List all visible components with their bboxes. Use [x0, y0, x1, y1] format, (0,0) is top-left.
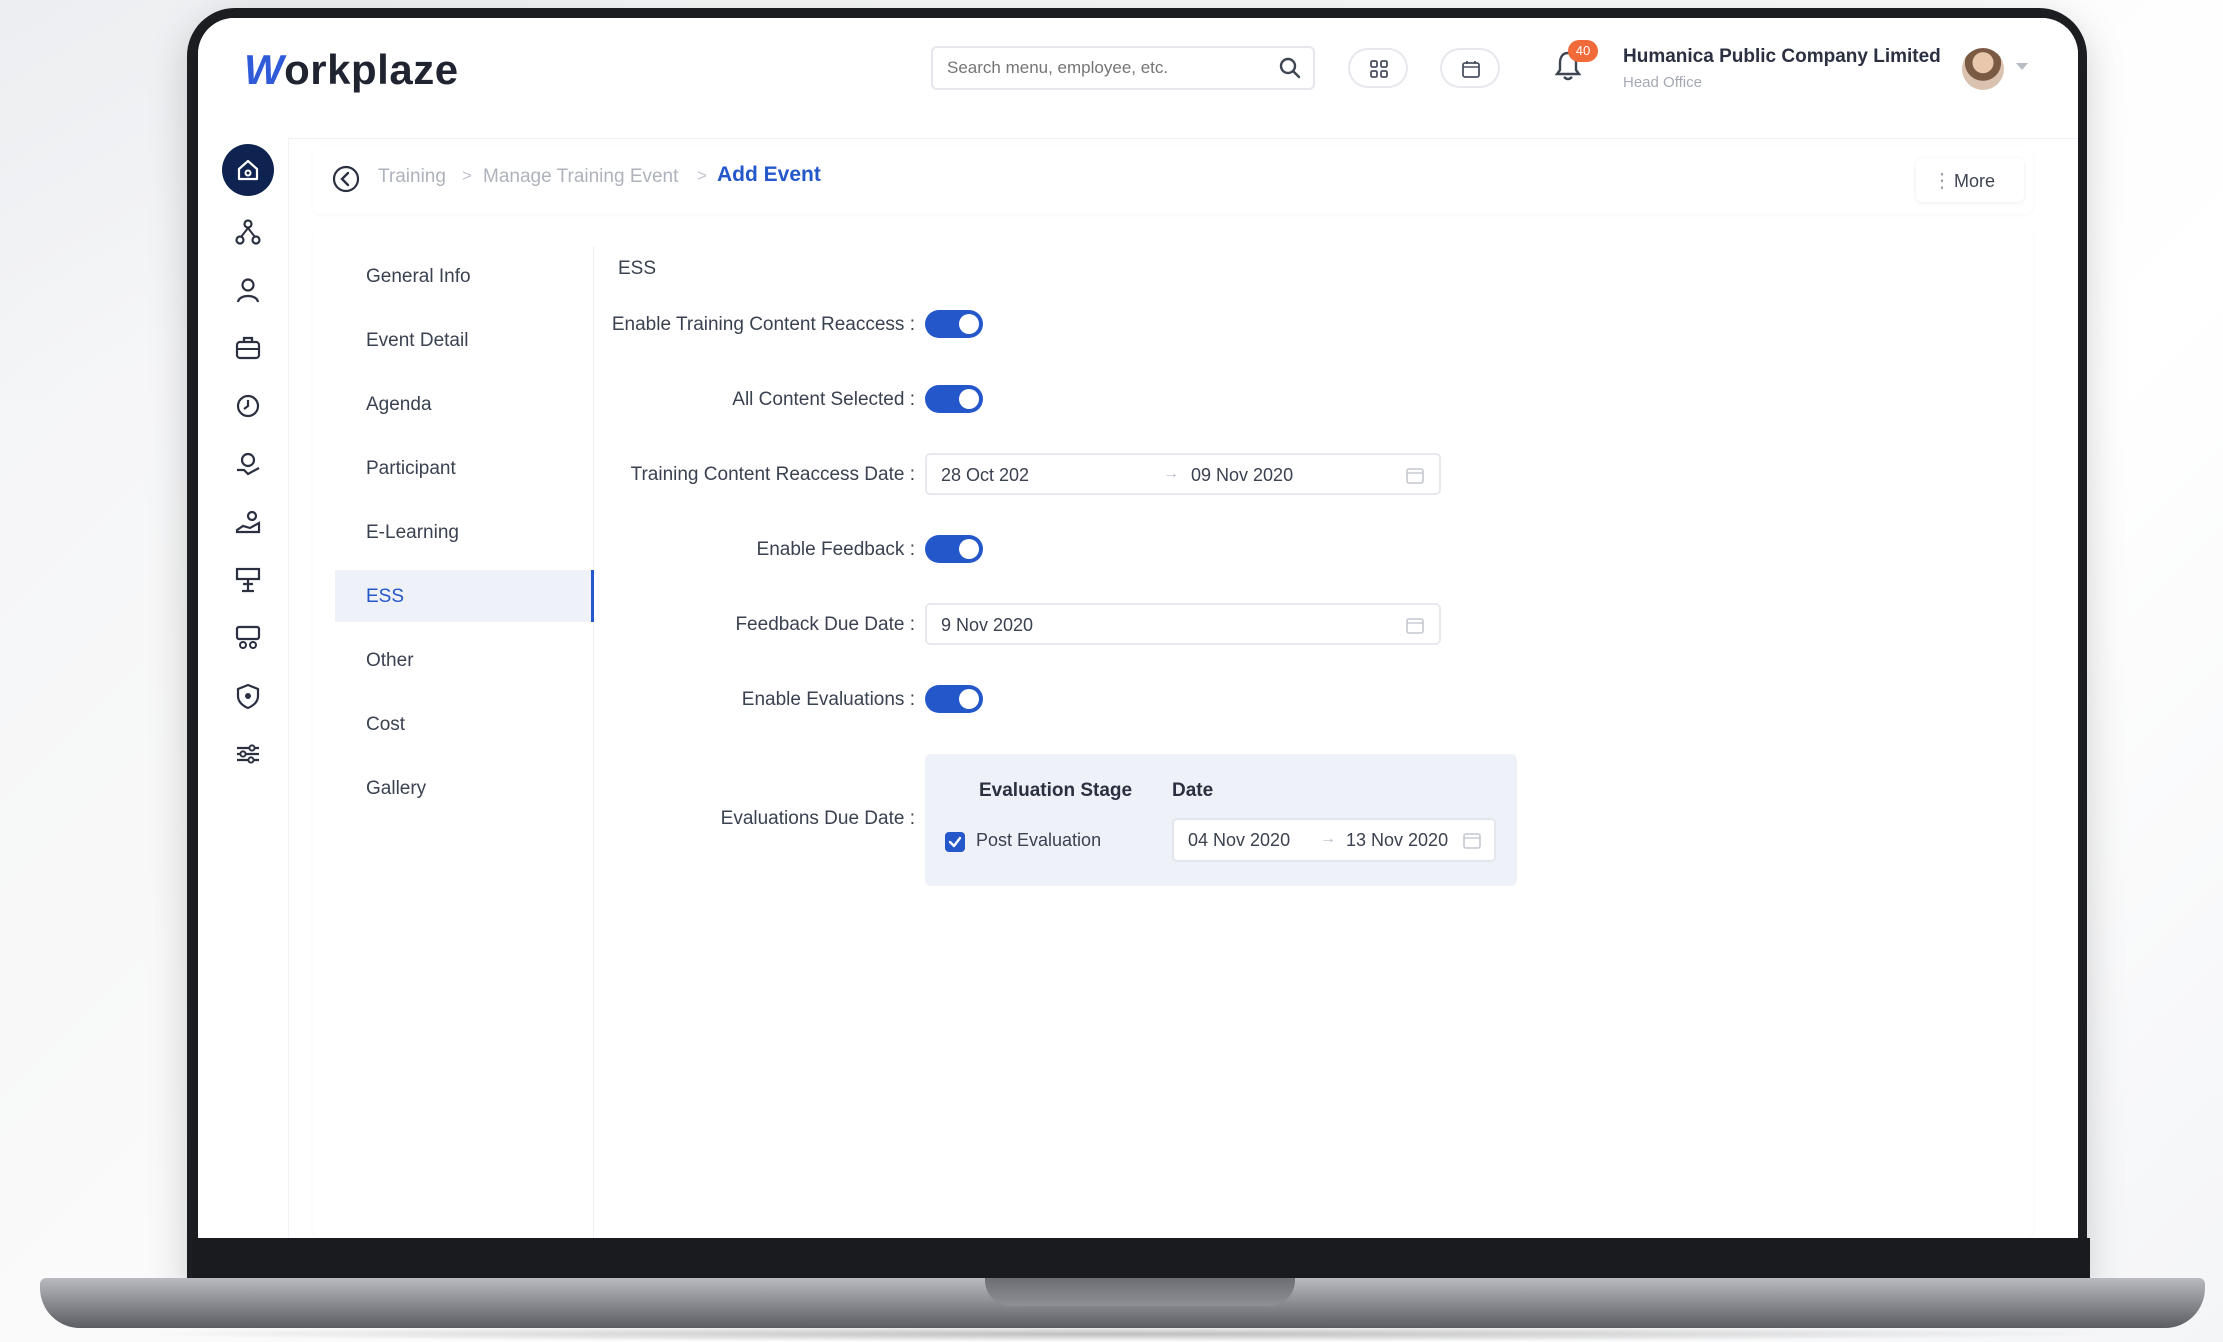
eval-end-date: 13 Nov 2020	[1346, 830, 1449, 850]
reaccess-start-date: 28 Oct 202	[941, 465, 1030, 485]
all-content-label: All Content Selected :	[732, 389, 915, 410]
reaccess-date-label: Training Content Reaccess Date :	[630, 464, 915, 485]
search-icon[interactable]	[1278, 56, 1302, 80]
nav-item-participant[interactable]: Participant	[366, 458, 456, 480]
app-screen: Workplaze 40 H	[198, 18, 2078, 1238]
enable-reaccess-toggle[interactable]	[925, 310, 983, 338]
enable-feedback-label: Enable Feedback :	[756, 539, 915, 560]
benefits-icon[interactable]	[234, 508, 262, 536]
nav-item-other[interactable]: Other	[366, 650, 414, 672]
post-evaluation-date-range[interactable]: 04 Nov 2020 → 13 Nov 2020	[1172, 818, 1496, 862]
laptop-bezel	[192, 1238, 2090, 1278]
more-button[interactable]: ⋮ More	[1916, 158, 2024, 202]
clock-icon[interactable]	[234, 392, 262, 420]
eval-due-label: Evaluations Due Date :	[720, 808, 915, 829]
nav-item-e-learning[interactable]: E-Learning	[366, 522, 459, 544]
apps-button[interactable]	[1348, 48, 1408, 88]
breadcrumb-separator: >	[697, 166, 707, 185]
user-avatar[interactable]	[1962, 48, 2004, 90]
search-input[interactable]	[931, 46, 1315, 90]
laptop-shadow	[120, 1326, 2120, 1342]
all-content-toggle[interactable]	[925, 385, 983, 413]
enable-eval-toggle[interactable]	[925, 685, 983, 713]
more-dots-icon: ⋮	[1932, 170, 1952, 192]
notification-badge: 40	[1568, 40, 1598, 62]
chevron-down-icon[interactable]	[2016, 63, 2028, 70]
briefcase-icon[interactable]	[234, 334, 262, 362]
calendar-icon	[1406, 468, 1424, 484]
calendar-icon	[1462, 61, 1480, 78]
nav-item-general-info[interactable]: General Info	[366, 266, 471, 288]
eval-start-date: 04 Nov 2020	[1188, 830, 1291, 850]
toggle-knob	[959, 539, 979, 559]
reaccess-end-date: 09 Nov 2020	[1191, 465, 1294, 485]
eval-date-header: Date	[1172, 780, 1214, 801]
calendar-icon	[1406, 618, 1424, 634]
feedback-due-date-input[interactable]: 9 Nov 2020	[925, 603, 1441, 645]
reaccess-date-range[interactable]: 28 Oct 202 → 09 Nov 2020	[925, 453, 1441, 495]
more-label: More	[1954, 171, 1996, 191]
date-range-arrow: →	[1163, 465, 1179, 482]
calendar-button[interactable]	[1440, 48, 1500, 88]
calendar-icon	[1463, 833, 1481, 849]
nav-item-cost[interactable]: Cost	[366, 714, 405, 736]
eval-stage-header: Evaluation Stage	[979, 780, 1133, 801]
logo-text: orkplaze	[284, 46, 459, 93]
settings-sliders-icon[interactable]	[234, 740, 262, 768]
logo-w: W	[244, 46, 285, 93]
enable-feedback-toggle[interactable]	[925, 535, 983, 563]
nav-item-gallery[interactable]: Gallery	[366, 778, 426, 800]
laptop-notch	[985, 1278, 1295, 1306]
shield-icon[interactable]	[234, 682, 262, 710]
top-header: Workplaze 40 H	[198, 18, 2078, 139]
check-icon	[948, 836, 962, 848]
nav-item-agenda[interactable]: Agenda	[366, 394, 432, 416]
company-name: Humanica Public Company Limited	[1623, 46, 1941, 67]
org-chart-icon[interactable]	[234, 218, 262, 246]
nav-item-ess[interactable]: ESS	[366, 586, 404, 608]
enable-reaccess-label: Enable Training Content Reaccess :	[611, 314, 915, 335]
toggle-knob	[959, 314, 979, 334]
company-branch: Head Office	[1623, 74, 1702, 91]
toggle-knob	[959, 689, 979, 709]
date-range-arrow: →	[1320, 830, 1336, 847]
breadcrumb-manage-training-event[interactable]: Manage Training Event	[483, 166, 678, 188]
nav-item-event-detail[interactable]: Event Detail	[366, 330, 468, 352]
feedback-due-label: Feedback Due Date :	[735, 614, 915, 635]
user-icon[interactable]	[234, 276, 262, 304]
back-arrow-icon[interactable]	[331, 164, 361, 194]
section-title: ESS	[618, 258, 657, 279]
team-icon[interactable]	[234, 624, 262, 652]
content-panel	[313, 228, 2033, 1238]
breadcrumb-current: Add Event	[717, 163, 821, 186]
breadcrumb-separator: >	[462, 166, 472, 185]
toggle-knob	[959, 389, 979, 409]
app-logo[interactable]: Workplaze	[244, 46, 459, 94]
home-icon	[237, 159, 259, 181]
grid-icon	[1370, 60, 1388, 78]
enable-eval-label: Enable Evaluations :	[741, 689, 915, 710]
breadcrumb-training[interactable]: Training	[378, 166, 446, 188]
rail-home-button[interactable]	[222, 144, 274, 196]
payroll-icon[interactable]	[234, 450, 262, 478]
post-evaluation-checkbox[interactable]	[945, 832, 965, 852]
post-evaluation-label: Post Evaluation	[976, 830, 1102, 850]
feedback-due-date: 9 Nov 2020	[941, 615, 1034, 635]
training-icon[interactable]	[234, 566, 262, 594]
